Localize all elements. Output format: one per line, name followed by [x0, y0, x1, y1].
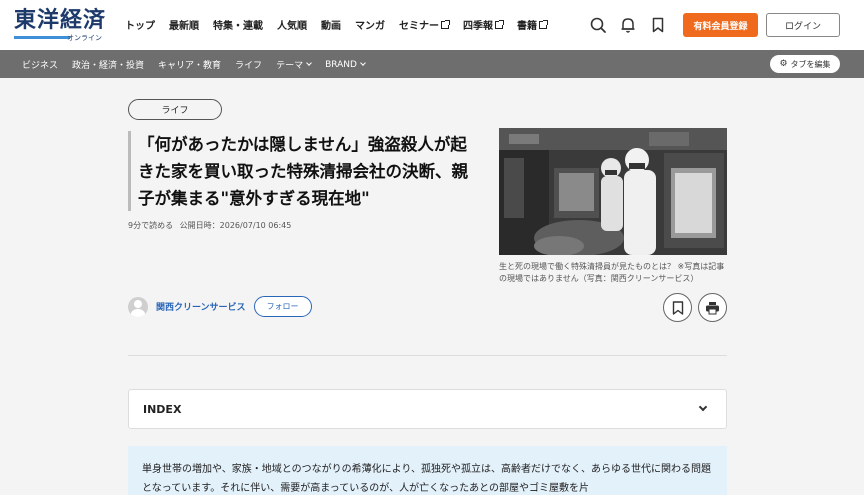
nav-item-video[interactable]: 動画	[321, 17, 341, 32]
print-button[interactable]	[698, 293, 727, 322]
login-button[interactable]: ログイン	[766, 13, 840, 37]
bookmark-icon[interactable]	[649, 16, 667, 34]
bookmark-icon	[672, 300, 683, 315]
nav-label: 書籍	[517, 21, 537, 32]
nav-label: 四季報	[463, 21, 493, 32]
nav-item-popular[interactable]: 人気順	[277, 17, 307, 32]
article-meta: 9分で読める 公開日時：2026/07/10 06:45	[128, 220, 295, 231]
site-header: 東洋経済 オンライン トップ 最新順 特集・連載 人気順 動画 マンガ セミナー…	[0, 0, 864, 50]
subnav-item-life[interactable]: ライフ	[235, 58, 262, 71]
article-photo	[499, 128, 727, 255]
chevron-down-icon	[360, 60, 366, 66]
author-avatar[interactable]	[128, 296, 148, 317]
lead-text: 単身世帯の増加や、家族・地域とのつながりの希薄化により、孤独死や孤立は、高齢者だ…	[142, 464, 711, 494]
index-accordion[interactable]: INDEX	[128, 389, 727, 429]
nav-label: トップ	[125, 21, 155, 32]
bell-icon[interactable]	[619, 16, 637, 34]
logo-subtext: オンライン	[67, 34, 103, 42]
site-logo[interactable]: 東洋経済 オンライン	[14, 7, 107, 42]
nav-item-books[interactable]: 書籍	[517, 17, 548, 32]
subnav-item-career[interactable]: キャリア・教育	[158, 58, 221, 71]
nav-item-features[interactable]: 特集・連載	[213, 17, 263, 32]
subnav-label: 政治・経済・投資	[72, 61, 145, 71]
nav-label: 人気順	[277, 21, 307, 32]
nav-label: マンガ	[355, 21, 385, 32]
nav-label: 特集・連載	[213, 21, 263, 32]
subnav-item-politics[interactable]: 政治・経済・投資	[72, 58, 144, 71]
author-name[interactable]: 関西クリーンサービス	[156, 300, 246, 313]
category-nav: ビジネス 政治・経済・投資 キャリア・教育 ライフ テーマ BRAND	[22, 58, 379, 71]
logo-text: 東洋経済	[14, 7, 107, 33]
edit-tabs-label: タブを編集	[790, 59, 831, 69]
nav-item-shikiho[interactable]: 四季報	[463, 17, 504, 32]
gear-icon: ⚙	[779, 59, 788, 69]
article-lead: 単身世帯の増加や、家族・地域とのつながりの希薄化により、孤独死や孤立は、高齢者だ…	[128, 446, 727, 495]
subnav-item-brand[interactable]: BRAND	[325, 58, 366, 71]
nav-label: セミナー	[399, 21, 439, 32]
external-link-icon	[441, 19, 450, 29]
read-time: 9分で読める	[128, 221, 174, 230]
subnav-label: BRAND	[325, 59, 357, 70]
subnav-label: ビジネス	[22, 61, 59, 71]
index-title: INDEX	[143, 403, 182, 416]
edit-tabs-button[interactable]: ⚙ タブを編集	[770, 55, 840, 73]
published-date: 公開日時：2026/07/10 06:45	[179, 221, 292, 230]
title-accent-bar	[128, 131, 131, 211]
nav-item-seminar[interactable]: セミナー	[399, 17, 450, 32]
subnav-label: ライフ	[235, 61, 263, 71]
nav-label: 動画	[321, 21, 341, 32]
subnav-label: テーマ	[276, 61, 304, 71]
nav-item-manga[interactable]: マンガ	[355, 17, 385, 32]
category-tag[interactable]: ライフ	[128, 99, 222, 120]
photo-caption: 生と死の現場で働く特殊清掃員が見たものとは？ ※写真は記事の現場ではありません（…	[499, 262, 725, 283]
external-link-icon	[539, 19, 548, 29]
logo-underline	[14, 36, 70, 39]
author-block: 関西クリーンサービス フォロー	[128, 296, 312, 317]
photo-illustration	[499, 128, 727, 255]
nav-label: 最新順	[169, 21, 199, 32]
nav-item-top[interactable]: トップ	[125, 17, 155, 32]
subnav-item-business[interactable]: ビジネス	[22, 58, 58, 71]
nav-item-latest[interactable]: 最新順	[169, 17, 199, 32]
subnav-label: キャリア・教育	[158, 61, 222, 71]
search-icon[interactable]	[589, 16, 607, 34]
chevron-down-icon	[306, 60, 312, 66]
printer-icon	[706, 301, 719, 314]
follow-button[interactable]: フォロー	[253, 296, 312, 317]
register-button[interactable]: 有料会員登録	[683, 13, 758, 37]
main-nav: トップ 最新順 特集・連載 人気順 動画 マンガ セミナー 四季報 書籍	[125, 17, 561, 32]
external-link-icon	[495, 19, 504, 29]
article-title: 「何があったかは隠しません」強盗殺人が起きた家を買い取った特殊清掃会社の決断、親…	[138, 135, 468, 208]
category-nav-bar: ビジネス 政治・経済・投資 キャリア・教育 ライフ テーマ BRAND	[0, 50, 864, 78]
chevron-down-icon	[698, 402, 708, 412]
section-divider	[128, 355, 727, 356]
save-article-button[interactable]	[663, 293, 692, 322]
subnav-item-theme[interactable]: テーマ	[276, 58, 312, 71]
